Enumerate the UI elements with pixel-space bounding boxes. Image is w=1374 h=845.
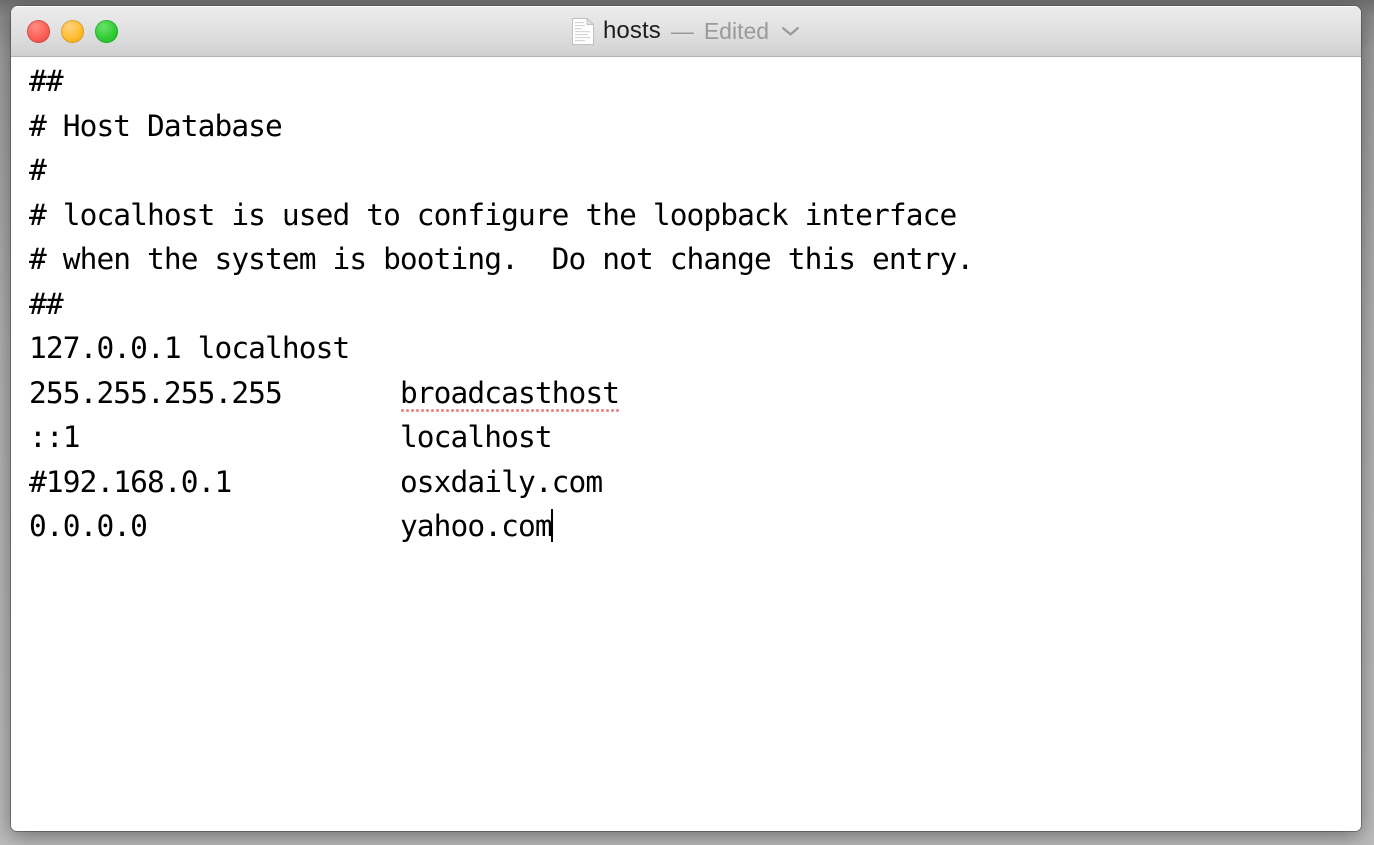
text-line: ::1 localhost (29, 420, 553, 454)
window-title-status: Edited (703, 17, 770, 44)
close-button[interactable] (27, 19, 50, 43)
window-controls (27, 6, 118, 56)
text-line: 255.255.255.255 broadcasthost (29, 371, 1353, 416)
textedit-window: hosts — Edited ## # Host Database # # local… (11, 6, 1361, 831)
misspelled-word: broadcasthost (399, 375, 620, 413)
text-caret (550, 509, 553, 542)
chevron-down-icon[interactable] (781, 25, 800, 37)
hostname-token: localhost (399, 420, 553, 454)
text-line: 127.0.0.1 localhost (29, 331, 350, 365)
text-line: # (29, 153, 47, 187)
text-line: ## (29, 64, 64, 98)
text-line: #192.168.0.1 osxdaily.com (29, 464, 603, 499)
text-line: 0.0.0.0 yahoo.com (29, 509, 553, 543)
window-title-group: hosts — Edited (11, 6, 1361, 56)
text-line: ## (29, 286, 64, 321)
minimize-button[interactable] (61, 19, 84, 43)
window-title-separator: — (670, 17, 694, 44)
text-line: # Host Database (29, 108, 283, 143)
window-title-filename: hosts (602, 17, 661, 44)
text-line: # when the system is booting. Do not cha… (29, 242, 974, 276)
document-icon (571, 17, 594, 45)
text-line: # localhost is used to configure the loo… (29, 197, 957, 232)
hostname-token: yahoo.com (399, 509, 553, 543)
maximize-button[interactable] (95, 19, 118, 43)
window-titlebar[interactable]: hosts — Edited (11, 6, 1361, 57)
hostname-token: osxdaily.com (399, 464, 603, 499)
hosts-file-content[interactable]: ## # Host Database # # localhost is used to… (29, 59, 1353, 549)
text-editing-area[interactable]: ## # Host Database # # localhost is used to… (11, 57, 1361, 831)
